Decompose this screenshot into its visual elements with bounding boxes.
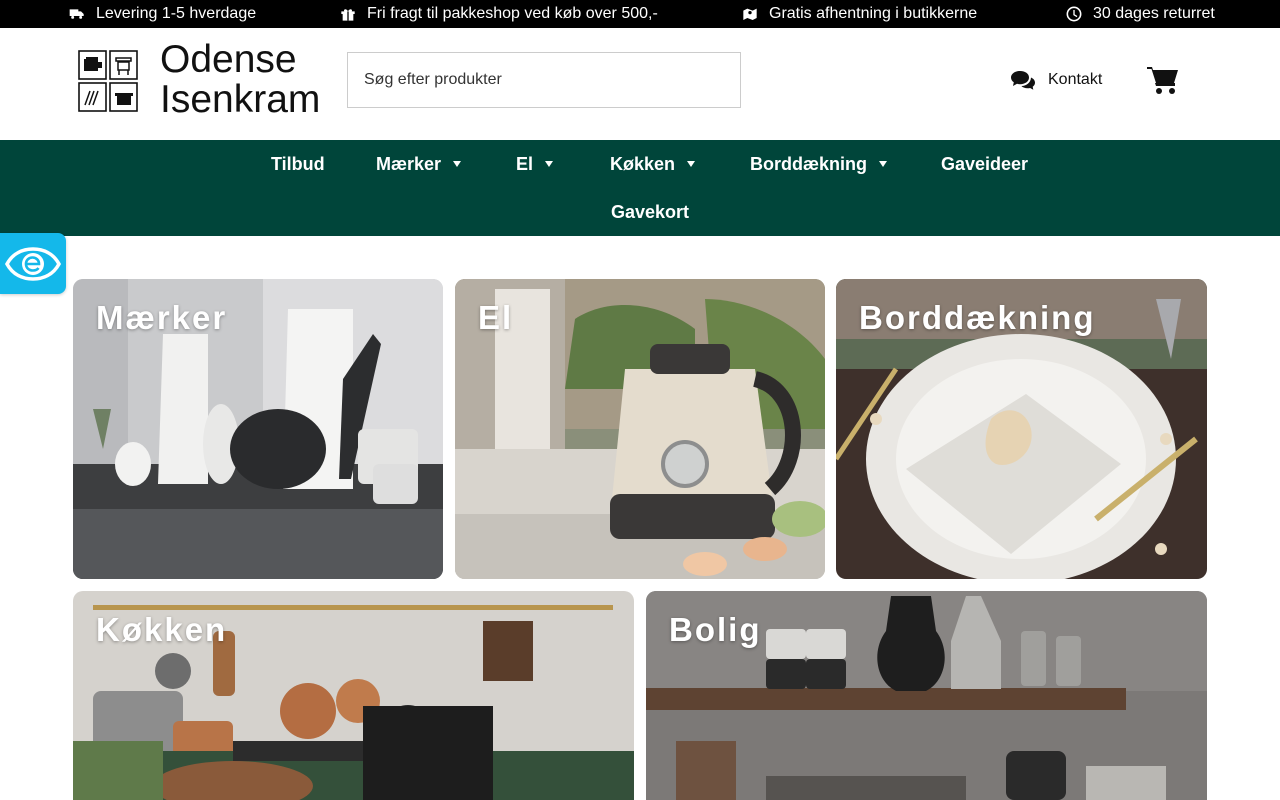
category-title-borddaekning: Borddækning <box>859 299 1096 336</box>
nav-item-kokken[interactable]: Køkken <box>610 140 696 188</box>
nav-label-kokken: Køkken <box>610 153 676 174</box>
category-tile-borddaekning[interactable]: Borddækning <box>836 279 1207 579</box>
contact-link[interactable]: Kontakt <box>1010 68 1102 92</box>
category-tile-el[interactable]: El <box>455 279 825 579</box>
nav-label-maerker: Mærker <box>376 153 442 174</box>
topbar-text-free-shipping: Fri fragt til pakkeshop ved køb over 500… <box>367 5 658 22</box>
nav-item-gavekort[interactable]: Gavekort <box>611 188 689 236</box>
top-info-bar: Levering 1-5 hverdage Fri fragt til pakk… <box>0 0 1280 28</box>
nav-item-el[interactable]: El <box>516 140 554 188</box>
category-title-el: El <box>478 299 514 336</box>
category-title-bolig: Bolig <box>669 611 762 648</box>
category-tile-kokken[interactable]: Køkken <box>73 591 634 800</box>
gift-icon <box>339 5 357 23</box>
nav-label-tilbud: Tilbud <box>271 153 325 174</box>
topbar-text-delivery: Levering 1-5 hverdage <box>96 5 257 22</box>
caret-down-icon <box>545 161 554 167</box>
nav-item-maerker[interactable]: Mærker <box>376 140 462 188</box>
nav-label-el: El <box>516 153 534 174</box>
nav-item-gaveideer[interactable]: Gaveideer <box>941 140 1028 188</box>
nav-label-gavekort: Gavekort <box>611 201 690 222</box>
clock-icon <box>1065 5 1083 23</box>
topbar-text-pickup: Gratis afhentning i butikkerne <box>769 5 978 22</box>
logo-icon[interactable] <box>78 50 138 112</box>
main-navigation: Tilbud Mærker El Køkken Borddækning Gave… <box>0 140 1280 236</box>
map-pin-icon <box>741 5 759 23</box>
topbar-item-pickup: Gratis afhentning i butikkerne <box>741 0 977 28</box>
topbar-item-free-shipping: Fri fragt til pakkeshop ved køb over 500… <box>339 0 658 28</box>
nav-item-borddaekning[interactable]: Borddækning <box>750 140 887 188</box>
nav-item-tilbud[interactable]: Tilbud <box>271 140 325 188</box>
truck-icon <box>68 5 86 23</box>
chat-bubbles-icon <box>1011 71 1035 90</box>
caret-down-icon <box>879 161 887 167</box>
category-title-maerker: Mærker <box>96 299 228 336</box>
nav-label-gaveideer: Gaveideer <box>941 153 1029 174</box>
site-logo-text[interactable]: Odense Isenkram <box>160 40 320 120</box>
site-header: Odense Isenkram Kontakt <box>0 28 1280 140</box>
nav-label-borddaekning: Borddækning <box>750 153 867 174</box>
category-title-kokken: Køkken <box>96 611 228 648</box>
logo-line-1: Odense <box>160 38 297 81</box>
accessibility-button[interactable] <box>0 233 66 294</box>
category-tile-maerker[interactable]: Mærker <box>73 279 443 579</box>
logo-line-2: Isenkram <box>160 78 321 121</box>
cart-button[interactable] <box>1147 65 1179 95</box>
topbar-text-returns: 30 dages returret <box>1093 5 1215 22</box>
caret-down-icon <box>687 161 696 167</box>
topbar-item-returns: 30 dages returret <box>1065 0 1215 28</box>
caret-down-icon <box>453 161 462 167</box>
topbar-item-delivery: Levering 1-5 hverdage <box>68 0 256 28</box>
category-tile-bolig[interactable]: Bolig <box>646 591 1207 800</box>
contact-label: Kontakt <box>1048 71 1103 88</box>
shopping-cart-icon <box>1147 67 1178 94</box>
search-input[interactable] <box>347 52 741 108</box>
eye-icon <box>5 246 61 281</box>
